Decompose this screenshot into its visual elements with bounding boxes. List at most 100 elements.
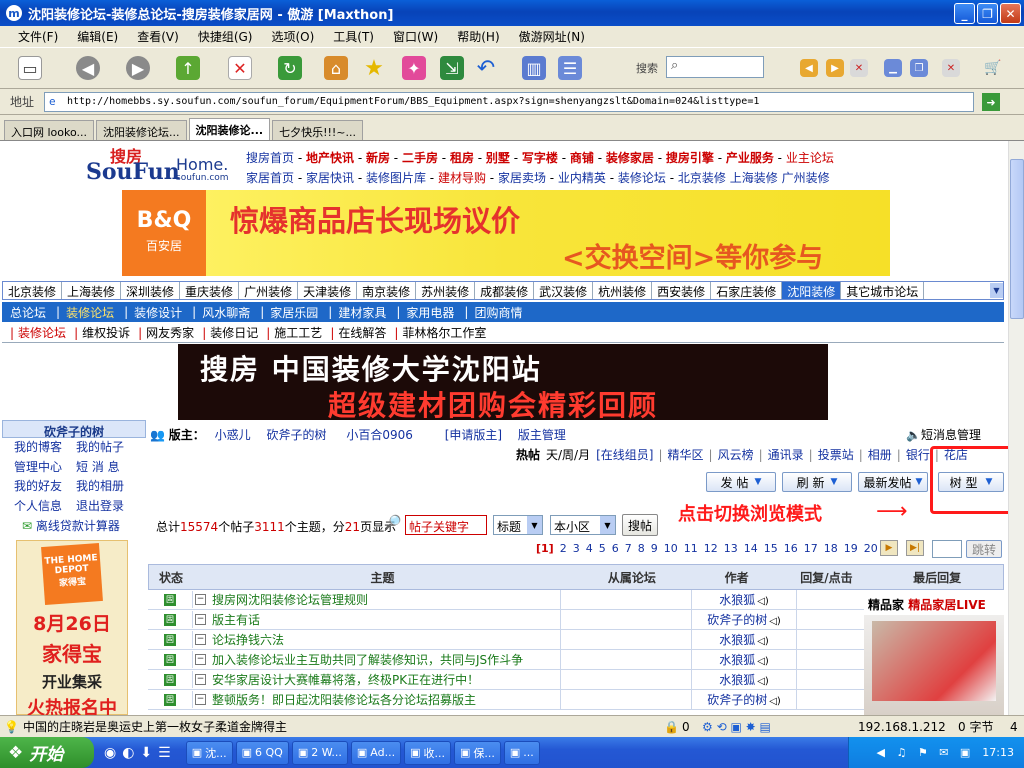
page-link-1[interactable]: 2 bbox=[560, 542, 567, 555]
home-nav-item-5[interactable]: 业内精英 bbox=[558, 171, 606, 185]
topic-title-link[interactable]: 加入装修论坛业主互助共同了解装修知识，共同与JS作斗争 bbox=[212, 651, 523, 668]
city-link-5[interactable]: 天津装修 bbox=[298, 282, 358, 299]
column-header-4[interactable]: 回复/点击 bbox=[782, 569, 872, 586]
site-nav-item-7[interactable]: 商铺 bbox=[570, 151, 594, 165]
menu-item-2[interactable]: 查看(V) bbox=[137, 28, 179, 45]
tab-minimize-icon[interactable]: ▁ bbox=[884, 59, 902, 77]
latest-posts-button[interactable]: 最新发帖 ▼ bbox=[858, 472, 928, 492]
page-link-2[interactable]: 3 bbox=[573, 542, 580, 555]
site-nav-item-8[interactable]: 装修家居 bbox=[606, 151, 654, 165]
forum-subcategory-2[interactable]: 网友秀家 bbox=[146, 324, 194, 341]
forum-subcategory-3[interactable]: 装修日记 bbox=[210, 324, 258, 341]
home-icon[interactable]: ⌂ bbox=[324, 56, 348, 80]
city-dropdown-arrow-icon[interactable]: ▼ bbox=[990, 283, 1003, 298]
column-header-2[interactable]: 从属论坛 bbox=[572, 569, 692, 586]
post-button[interactable]: 发 帖 ▼ bbox=[706, 472, 776, 492]
collapse-icon[interactable]: − bbox=[195, 614, 206, 625]
home-nav-item-4[interactable]: 家居卖场 bbox=[498, 171, 546, 185]
topic-title-link[interactable]: 安华家居设计大赛帷幕将落，终极PK正在进行中！ bbox=[212, 671, 479, 688]
tools-icon[interactable]: ✦ bbox=[402, 56, 426, 80]
topic-title-link[interactable]: 论坛挣钱六法 bbox=[212, 631, 284, 648]
city-link-13[interactable]: 沈阳装修 bbox=[782, 282, 842, 299]
home-nav-item-0[interactable]: 家居首页 bbox=[246, 171, 294, 185]
forum-quick-link-3[interactable]: 风云榜 bbox=[718, 448, 754, 462]
page-link-6[interactable]: 7 bbox=[625, 542, 632, 555]
forum-category-2[interactable]: 装修设计 bbox=[134, 304, 182, 321]
page-link-16[interactable]: 17 bbox=[804, 542, 818, 555]
page-link-14[interactable]: 15 bbox=[764, 542, 778, 555]
collapse-icon[interactable]: − bbox=[195, 634, 206, 645]
forum-quick-link-0[interactable]: 天/周/月 bbox=[546, 448, 590, 462]
city-link-9[interactable]: 武汉装修 bbox=[534, 282, 594, 299]
favorites-star-icon[interactable]: ★ bbox=[362, 56, 386, 81]
page-link-9[interactable]: 10 bbox=[664, 542, 678, 555]
sidebar-link-0-1[interactable]: 我的帖子 bbox=[76, 438, 138, 458]
prev-tab-icon[interactable]: ◀ bbox=[800, 59, 818, 77]
page-link-19[interactable]: 20 bbox=[864, 542, 878, 555]
site-nav-item-3[interactable]: 二手房 bbox=[402, 151, 438, 165]
page-link-17[interactable]: 18 bbox=[824, 542, 838, 555]
forum-subcategory-6[interactable]: 菲林格尔工作室 bbox=[402, 324, 486, 341]
site-nav-item-9[interactable]: 搜房引擎 bbox=[666, 151, 714, 165]
furniture-ad[interactable]: 精品家 精品家居LIVE bbox=[864, 594, 1004, 715]
forum-category-7[interactable]: 团购商情 bbox=[474, 304, 522, 321]
city-link-11[interactable]: 西安装修 bbox=[652, 282, 712, 299]
layout-icon[interactable]: ▥ bbox=[522, 56, 546, 80]
menu-item-8[interactable]: 傲游网址(N) bbox=[519, 28, 585, 45]
home-nav-item-2[interactable]: 装修图片库 bbox=[366, 171, 426, 185]
page-link-0[interactable]: [1] bbox=[536, 542, 554, 555]
collapse-icon[interactable]: − bbox=[195, 674, 206, 685]
home-depot-ad[interactable]: THE HOME DEPOT 家得宝 8月26日 家得宝 开业集采 火热报名中 bbox=[16, 540, 128, 715]
home-nav-item-1[interactable]: 家居快讯 bbox=[306, 171, 354, 185]
list-icon[interactable]: ☰ bbox=[558, 56, 582, 80]
taskbar-task-6[interactable]: ▣... bbox=[503, 740, 540, 765]
moderator-2[interactable]: 砍斧子的树 bbox=[266, 428, 326, 442]
next-page-icon[interactable]: ▶ bbox=[880, 540, 898, 556]
site-nav-item-10[interactable]: 产业服务 bbox=[726, 151, 774, 165]
forum-category-5[interactable]: 建材家具 bbox=[338, 304, 386, 321]
loan-calculator-link[interactable]: 离线贷款计算器 bbox=[36, 519, 120, 533]
site-nav-item-2[interactable]: 新房 bbox=[366, 151, 390, 165]
soufun-university-banner-ad[interactable]: 搜房 中国装修大学沈阳站 超级建材团购会精彩回顾 bbox=[178, 344, 828, 420]
collapse-icon[interactable]: − bbox=[195, 594, 206, 605]
page-link-8[interactable]: 9 bbox=[651, 542, 658, 555]
page-link-7[interactable]: 8 bbox=[638, 542, 645, 555]
topic-title-link[interactable]: 整顿版务！即日起沈阳装修论坛各分论坛招募版主 bbox=[212, 691, 476, 708]
column-header-3[interactable]: 作者 bbox=[692, 569, 782, 586]
post-keyword-input[interactable]: 帖子关键字 bbox=[405, 515, 487, 535]
sms-manage-link[interactable]: 🔈短消息管理 bbox=[906, 426, 981, 443]
site-nav-item-0[interactable]: 搜房首页 bbox=[246, 151, 294, 165]
search-posts-button[interactable]: 搜帖 bbox=[622, 514, 658, 536]
sidebar-link-1-1[interactable]: 短 消 息 bbox=[76, 458, 138, 478]
url-input[interactable]: e http://homebbs.sy.soufun.com/soufun_fo… bbox=[44, 92, 974, 112]
page-link-18[interactable]: 19 bbox=[844, 542, 858, 555]
menu-item-0[interactable]: 文件(F) bbox=[18, 28, 58, 45]
menu-item-7[interactable]: 帮助(H) bbox=[457, 28, 499, 45]
column-header-0[interactable]: 状态 bbox=[149, 569, 193, 586]
home-nav-item-9[interactable]: 广州装修 bbox=[782, 171, 830, 185]
author-link[interactable]: 砍斧子的树 bbox=[707, 693, 767, 707]
start-button[interactable]: ❖ 开始 bbox=[0, 737, 94, 768]
cart-icon[interactable]: 🛒 bbox=[984, 59, 1002, 77]
apply-moderator-link[interactable]: [申请版主] bbox=[445, 428, 502, 442]
forum-category-3[interactable]: 风水聊斋 bbox=[202, 304, 250, 321]
undo-icon[interactable]: ↶ bbox=[474, 56, 498, 81]
new-page-icon[interactable]: ▭ bbox=[18, 56, 42, 80]
moderator-manage-link[interactable]: 版主管理 bbox=[518, 428, 566, 442]
stop-icon[interactable]: ✕ bbox=[228, 56, 252, 80]
page-link-5[interactable]: 6 bbox=[612, 542, 619, 555]
forum-subcategory-4[interactable]: 施工工艺 bbox=[274, 324, 322, 341]
author-link[interactable]: 水狼狐 bbox=[719, 593, 755, 607]
screenshot-icon[interactable]: ⇲ bbox=[440, 56, 464, 80]
forum-category-1[interactable]: 装修论坛 bbox=[66, 304, 114, 321]
tab-close-icon[interactable]: ✕ bbox=[942, 59, 960, 77]
page-link-3[interactable]: 4 bbox=[586, 542, 593, 555]
taskbar-task-1[interactable]: ▣ 6 QQ bbox=[235, 740, 289, 765]
sidebar-link-2-0[interactable]: 我的好友 bbox=[14, 477, 76, 497]
city-link-14[interactable]: 其它城市论坛 bbox=[841, 282, 925, 299]
city-link-12[interactable]: 石家庄装修 bbox=[711, 282, 783, 299]
author-link[interactable]: 水狼狐 bbox=[719, 673, 755, 687]
topic-title-link[interactable]: 版主有话 bbox=[212, 611, 260, 628]
taskbar-task-3[interactable]: ▣ Ad... bbox=[350, 740, 402, 765]
soufun-logo[interactable]: 搜房 SouFun Home. soufun.com bbox=[86, 145, 242, 185]
